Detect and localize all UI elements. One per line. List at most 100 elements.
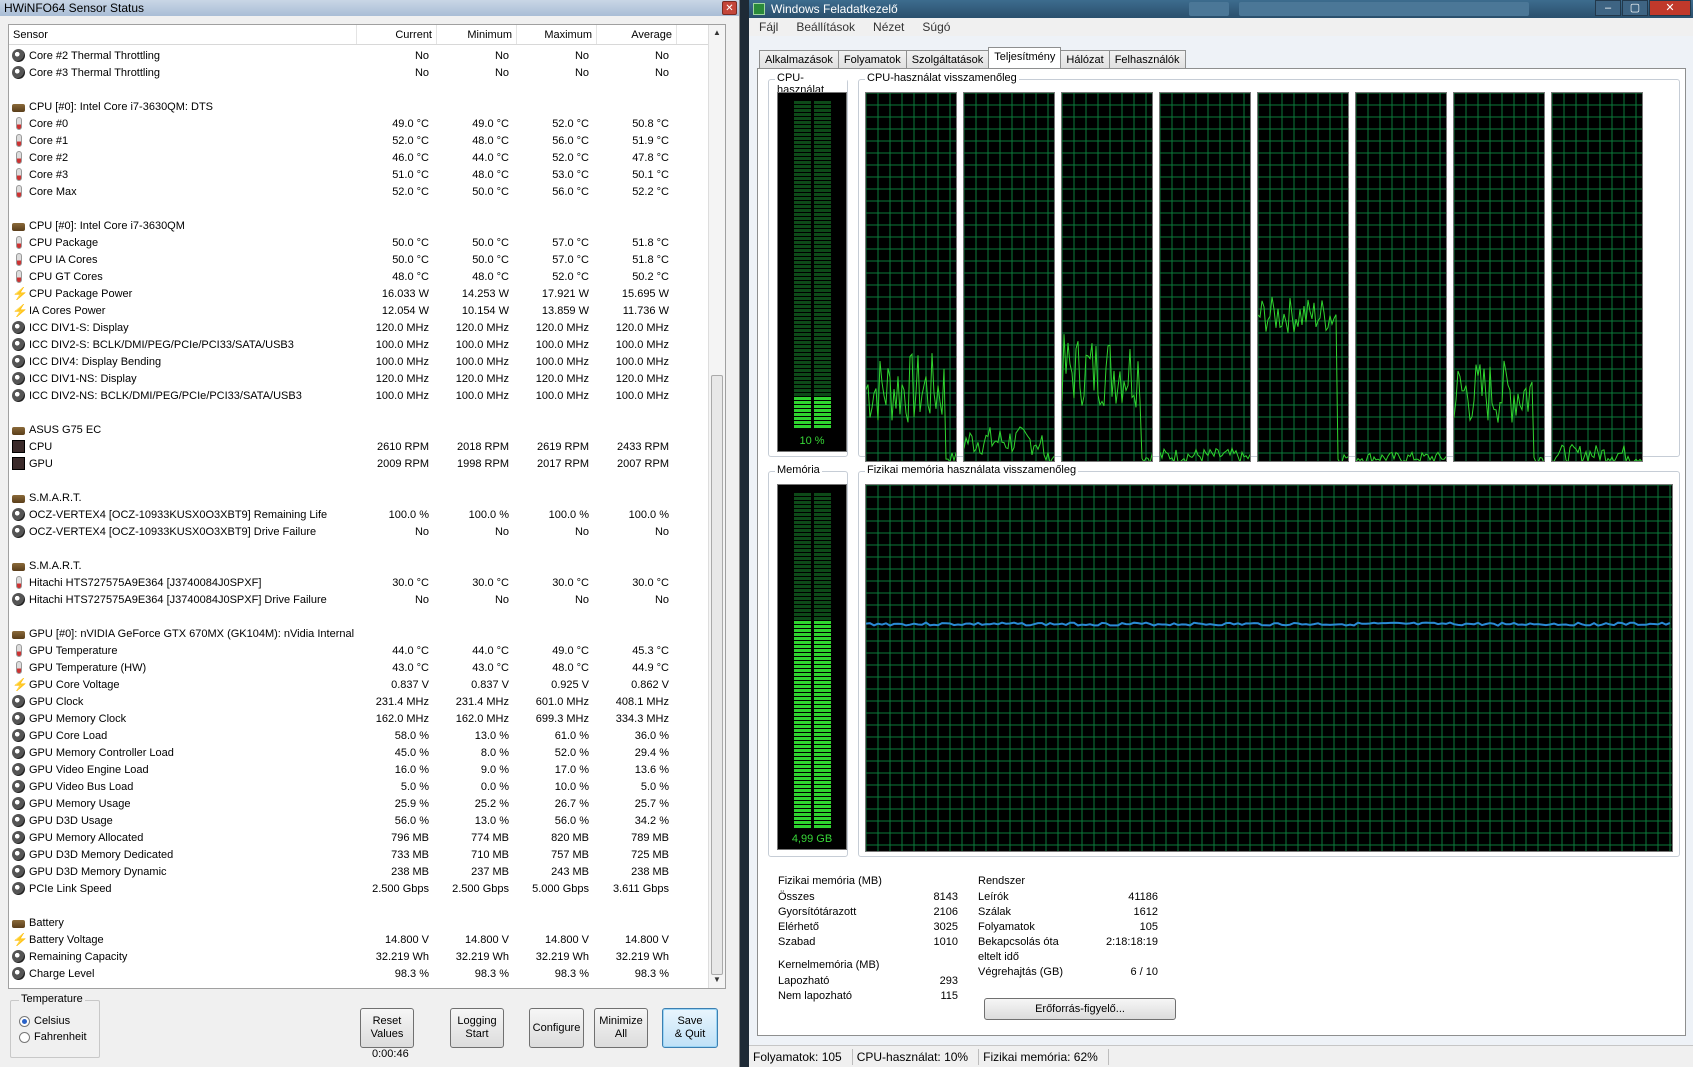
save-quit-button[interactable]: Save & Quit	[662, 1008, 718, 1048]
tab-performance[interactable]: Teljesítmény	[988, 47, 1062, 69]
sensor-row[interactable]: GPU Video Bus Load 5.0 % 0.0 % 10.0 % 5.0 %	[9, 778, 709, 795]
sensor-row[interactable]: Hitachi HTS727575A9E364 [J3740084J0SPXF]…	[9, 574, 709, 591]
sensor-row[interactable]: ⚡ Battery Voltage 14.800 V 14.800 V 14.800 V…	[9, 931, 709, 948]
sensor-row[interactable]: PCIe Link Speed 2.500 Gbps 2.500 Gbps 5.000…	[9, 880, 709, 897]
close-icon[interactable]: ✕	[722, 1, 737, 15]
sensor-group-row[interactable]: GPU [#0]: nVIDIA GeForce GTX 670MX (GK10…	[9, 625, 709, 642]
menu-options[interactable]: Beállítások	[796, 20, 855, 34]
reset-values-button[interactable]: Reset Values	[360, 1008, 414, 1048]
sensor-row[interactable]: ⚡ GPU Core Voltage 0.837 V 0.837 V 0.925 V 0.…	[9, 676, 709, 693]
value-cur: 5.0 %	[400, 780, 429, 793]
sensor-row[interactable]: Core #3 51.0 °C 48.0 °C 53.0 °C 50.1 °C	[9, 166, 709, 183]
sensor-group-row[interactable]: Battery	[9, 914, 709, 931]
tab-processes[interactable]: Folyamatok	[837, 50, 907, 69]
sensor-row[interactable]: Core #2 Thermal Throttling No No No No	[9, 47, 709, 64]
sensor-label: CPU GT Cores	[29, 270, 103, 283]
kernel-memory-stats: Kernelmemória (MB) Lapozható 293 Nem lapoz…	[778, 959, 958, 1004]
stat-value: 293	[939, 975, 958, 987]
sensor-row[interactable]: Core #2 46.0 °C 44.0 °C 52.0 °C 47.8 °C	[9, 149, 709, 166]
sensor-row[interactable]: CPU Package 50.0 °C 50.0 °C 57.0 °C 51.8 °C	[9, 234, 709, 251]
sensor-row[interactable]: ICC DIV4: Display Bending 100.0 MHz 100.0 …	[9, 353, 709, 370]
minimize-all-button[interactable]: Minimize All	[594, 1008, 648, 1048]
value-max: No	[574, 593, 589, 606]
sensor-row[interactable]: ICC DIV2-S: BCLK/DMI/PEG/PCIe/PCI33/SATA…	[9, 336, 709, 353]
tab-networking[interactable]: Hálózat	[1060, 50, 1110, 69]
column-header-maximum[interactable]: Maximum	[517, 25, 597, 44]
sensor-row[interactable]: OCZ-VERTEX4 [OCZ-10933KUSX0O3XBT9] Remai…	[9, 506, 709, 523]
tab-services[interactable]: Szolgáltatások	[905, 50, 990, 69]
background-window-blur	[1239, 2, 1529, 16]
sensor-row[interactable]: ⚡ CPU Package Power 16.033 W 14.253 W 17.921…	[9, 285, 709, 302]
sensor-row[interactable]: GPU Memory Controller Load 45.0 % 8.0 % 52.…	[9, 744, 709, 761]
column-header-sensor[interactable]: Sensor	[9, 25, 357, 44]
value-cur: 46.0 °C	[392, 151, 429, 164]
scroll-down-icon[interactable]: ▼	[709, 972, 725, 988]
sensor-row[interactable]: OCZ-VERTEX4 [OCZ-10933KUSX0O3XBT9] Drive…	[9, 523, 709, 540]
minimize-icon[interactable]: –	[1595, 0, 1621, 16]
resource-monitor-button[interactable]: Erőforrás-figyelő...	[984, 998, 1176, 1020]
sensor-row[interactable]: Core Max 52.0 °C 50.0 °C 56.0 °C 52.2 °C	[9, 183, 709, 200]
tab-users[interactable]: Felhasználók	[1108, 50, 1186, 69]
fahrenheit-option[interactable]: Fahrenheit	[19, 1031, 99, 1043]
value-cur: 231.4 MHz	[375, 695, 429, 708]
menu-view[interactable]: Nézet	[873, 20, 904, 34]
value-cur: 30.0 °C	[392, 576, 429, 589]
sensor-row[interactable]: Core #0 49.0 °C 49.0 °C 52.0 °C 50.8 °C	[9, 115, 709, 132]
configure-button[interactable]: Configure	[529, 1008, 584, 1048]
sensor-group-row[interactable]: CPU [#0]: Intel Core i7-3630QM	[9, 217, 709, 234]
sensor-row[interactable]: CPU 2610 RPM 2018 RPM 2619 RPM 2433 RPM	[9, 438, 709, 455]
task-manager-titlebar[interactable]: Windows Feladatkezelő – ▢ ✕	[749, 0, 1693, 18]
sensor-group-row[interactable]: ASUS G75 EC	[9, 421, 709, 438]
menu-help[interactable]: Súgó	[922, 20, 950, 34]
sensor-group-row[interactable]: S.M.A.R.T.	[9, 489, 709, 506]
cpu-core-graph	[1159, 92, 1251, 462]
elapsed-timer: 0:00:46	[372, 1048, 409, 1060]
sensor-row[interactable]: ICC DIV1-S: Display 120.0 MHz 120.0 MHz 120…	[9, 319, 709, 336]
maximize-icon[interactable]: ▢	[1622, 0, 1648, 16]
sensor-row[interactable]: GPU 2009 RPM 1998 RPM 2017 RPM 2007 RPM	[9, 455, 709, 472]
sensor-row[interactable]: GPU Memory Usage 25.9 % 25.2 % 26.7 % 25.7 %	[9, 795, 709, 812]
sensor-row[interactable]: Core #3 Thermal Throttling No No No No	[9, 64, 709, 81]
vertical-scrollbar[interactable]: ▲ ▼	[708, 25, 725, 988]
logging-start-button[interactable]: Logging Start	[450, 1008, 504, 1048]
radio-icon[interactable]	[19, 1015, 30, 1027]
sensor-row[interactable]: CPU GT Cores 48.0 °C 48.0 °C 52.0 °C 50.2 °C	[9, 268, 709, 285]
sensor-row[interactable]: ⚡ IA Cores Power 12.054 W 10.154 W 13.859 W 1…	[9, 302, 709, 319]
tab-applications[interactable]: Alkalmazások	[759, 50, 839, 69]
row-spacer	[9, 81, 709, 98]
sensor-row[interactable]: GPU Memory Allocated 796 MB 774 MB 820 MB 78…	[9, 829, 709, 846]
sensor-row[interactable]: GPU Temperature 44.0 °C 44.0 °C 49.0 °C 45.3…	[9, 642, 709, 659]
sensor-row[interactable]: Remaining Capacity 32.219 Wh 32.219 Wh 32.2…	[9, 948, 709, 965]
close-icon[interactable]: ✕	[1649, 0, 1691, 16]
scroll-up-icon[interactable]: ▲	[709, 25, 725, 41]
sensor-row[interactable]: GPU Memory Clock 162.0 MHz 162.0 MHz 699.3 …	[9, 710, 709, 727]
sensor-row[interactable]: Charge Level 98.3 % 98.3 % 98.3 % 98.3 %	[9, 965, 709, 982]
sensor-group-row[interactable]: S.M.A.R.T.	[9, 557, 709, 574]
column-header-minimum[interactable]: Minimum	[437, 25, 517, 44]
value-cur: 14.800 V	[384, 933, 429, 946]
sensor-row[interactable]: ICC DIV2-NS: BCLK/DMI/PEG/PCIe/PCI33/SAT…	[9, 387, 709, 404]
sensor-row[interactable]: Core #1 52.0 °C 48.0 °C 56.0 °C 51.9 °C	[9, 132, 709, 149]
sensor-row[interactable]: GPU D3D Memory Dynamic 238 MB 237 MB 243 MB…	[9, 863, 709, 880]
sensor-row[interactable]: GPU Core Load 58.0 % 13.0 % 61.0 % 36.0 %	[9, 727, 709, 744]
sensor-row[interactable]: CPU IA Cores 50.0 °C 50.0 °C 57.0 °C 51.8 °C	[9, 251, 709, 268]
column-header-current[interactable]: Current	[357, 25, 437, 44]
sensor-row[interactable]: GPU D3D Memory Dedicated 733 MB 710 MB 757 …	[9, 846, 709, 863]
sensor-row[interactable]: ICC DIV1-NS: Display 120.0 MHz 120.0 MHz 12…	[9, 370, 709, 387]
celsius-option[interactable]: Celsius	[19, 1015, 99, 1027]
sensor-group-row[interactable]: CPU [#0]: Intel Core i7-3630QM: DTS	[9, 98, 709, 115]
sensor-row[interactable]: GPU Clock 231.4 MHz 231.4 MHz 601.0 MHz 408.…	[9, 693, 709, 710]
value-max: 17.0 %	[554, 763, 589, 776]
scrollbar-thumb[interactable]	[711, 375, 723, 975]
sensor-row[interactable]: GPU Video Engine Load 16.0 % 9.0 % 17.0 % 13…	[9, 761, 709, 778]
hwinfo-titlebar[interactable]: HWiNFO64 Sensor Status ✕	[0, 0, 739, 16]
physical-memory-header: Fizikai memória (MB)	[778, 875, 882, 887]
menu-file[interactable]: Fájl	[759, 20, 778, 34]
sensor-label: GPU Video Engine Load	[29, 763, 149, 776]
sensor-row[interactable]: GPU D3D Usage 56.0 % 13.0 % 56.0 % 34.2 %	[9, 812, 709, 829]
radio-icon[interactable]	[19, 1031, 30, 1043]
column-header-average[interactable]: Average	[597, 25, 677, 44]
system-stats: Rendszer Leírók 41186 Szálak 1612 Folyamatok…	[978, 875, 1158, 980]
sensor-row[interactable]: GPU Temperature (HW) 43.0 °C 43.0 °C 48.0 °…	[9, 659, 709, 676]
sensor-row[interactable]: Hitachi HTS727575A9E364 [J3740084J0SPXF]…	[9, 591, 709, 608]
